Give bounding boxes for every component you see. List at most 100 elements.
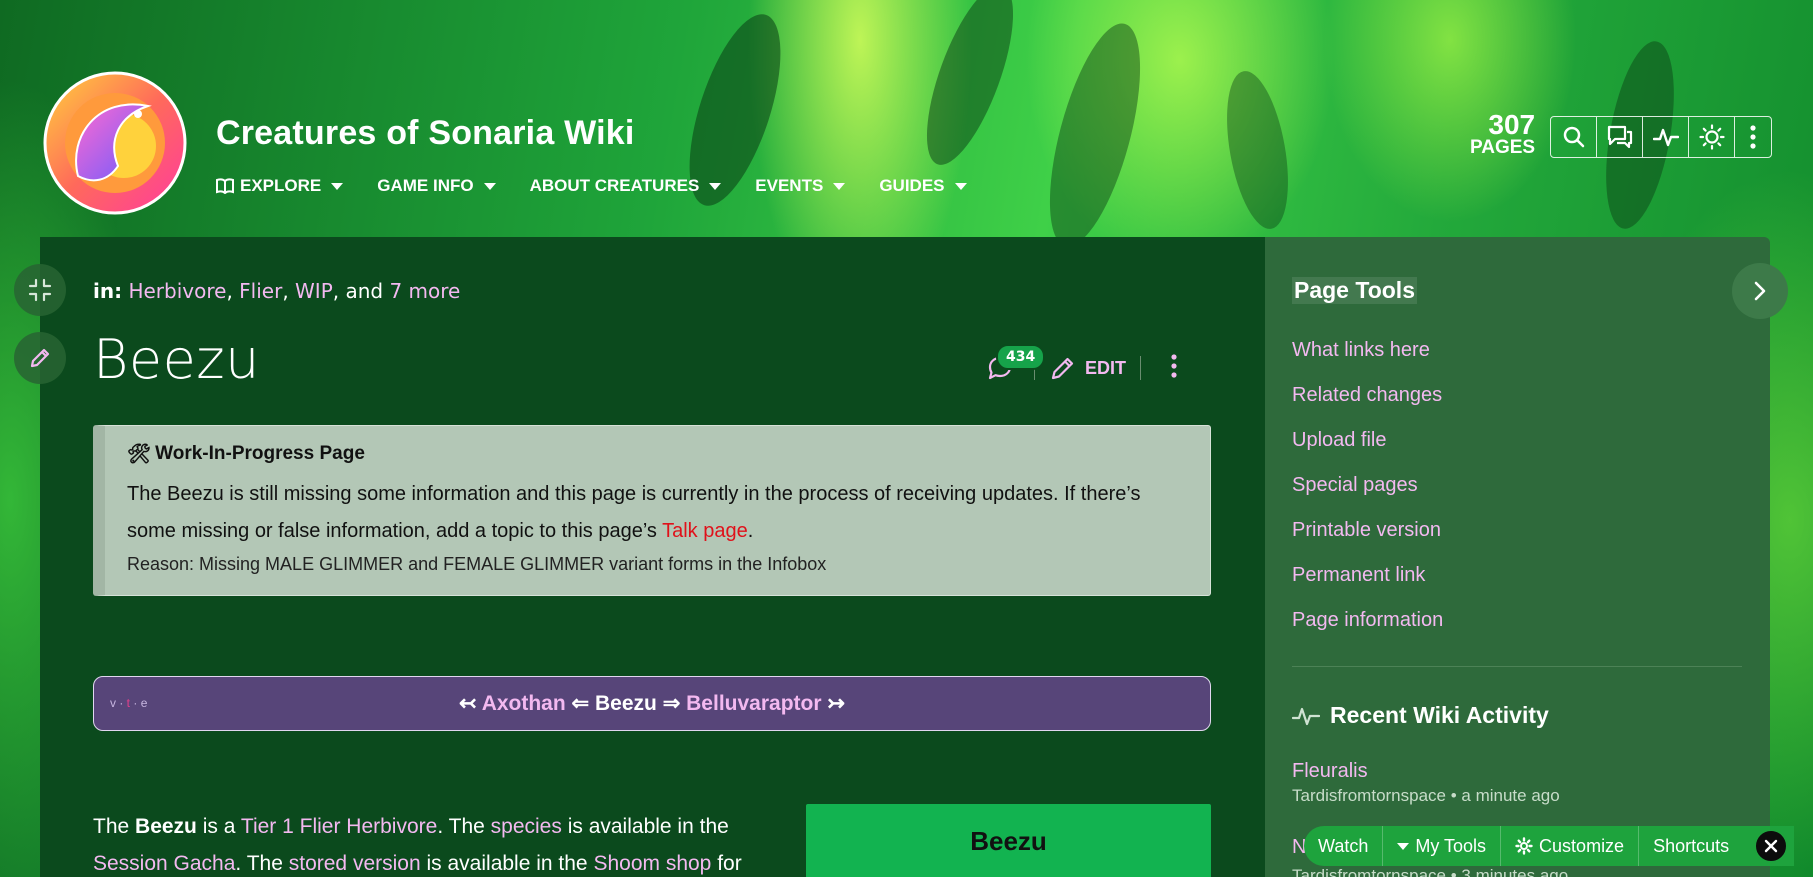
side-edit-button[interactable] <box>14 332 66 384</box>
left-arrow: ↢ <box>459 692 477 715</box>
wip-text-end: . <box>747 520 754 542</box>
more-vertical-icon <box>1750 125 1756 149</box>
activity-button[interactable] <box>1643 117 1689 157</box>
background-shape <box>909 0 1031 175</box>
tool-page-information[interactable]: Page information <box>1292 598 1443 643</box>
collapse-rail-button[interactable] <box>1732 263 1788 319</box>
caret-down-icon <box>833 182 846 190</box>
category-link-wip[interactable]: WIP <box>295 279 333 303</box>
nav-events[interactable]: EVENTS <box>755 176 846 196</box>
page-count: 307 PAGES <box>1470 111 1536 158</box>
chevron-right-icon <box>1754 281 1766 301</box>
prev-species-link[interactable]: Axothan <box>482 692 566 715</box>
nav-label: EVENTS <box>755 176 824 195</box>
categories-more-joiner: , and <box>332 279 384 303</box>
tier-link[interactable]: Tier 1 Flier Herbivore <box>241 815 437 838</box>
categories-more-link[interactable]: 7 more <box>389 279 460 303</box>
tool-related-changes[interactable]: Related changes <box>1292 373 1443 418</box>
right-double-arrow: ⇒ <box>662 692 681 715</box>
recent-activity-heading-text: Recent Wiki Activity <box>1330 702 1549 728</box>
nav-label: GUIDES <box>879 176 945 195</box>
my-tools-label: My Tools <box>1415 835 1487 856</box>
caret-down-icon <box>709 182 722 190</box>
right-arrow: ↣ <box>827 692 845 715</box>
intro-bold: Beezu <box>135 815 197 838</box>
watch-label: Watch <box>1318 835 1369 856</box>
activity-meta: Tardisfromtornspace • 3 minutes ago <box>1292 866 1569 877</box>
collapse-content-button[interactable] <box>14 264 66 316</box>
talk-page-link[interactable]: Talk page <box>662 520 748 542</box>
species-link[interactable]: species <box>491 815 562 838</box>
activity-item: Fleuralis Tardisfromtornspace • a minute… <box>1292 758 1560 808</box>
book-icon <box>216 178 234 194</box>
discussions-icon <box>1607 125 1632 149</box>
header-tools <box>1550 116 1772 158</box>
shortcuts-button[interactable]: Shortcuts <box>1639 826 1743 866</box>
wip-notice: 🛠 Work-In-Progress Page The Beezu is sti… <box>93 425 1211 596</box>
search-icon <box>1563 126 1584 148</box>
page-actions: 434 EDIT <box>980 340 1177 396</box>
close-toolbar-button[interactable] <box>1754 829 1788 863</box>
intro-text: . The <box>235 852 283 875</box>
page-more-button[interactable] <box>1171 353 1177 383</box>
shoom-shop-link[interactable]: Shoom shop <box>593 852 711 875</box>
tool-permanent-link[interactable]: Permanent link <box>1292 553 1443 598</box>
pencil-icon <box>30 348 50 368</box>
recent-activity-heading: Recent Wiki Activity <box>1292 702 1549 729</box>
more-button[interactable] <box>1735 117 1771 157</box>
shortcuts-label: Shortcuts <box>1653 835 1730 856</box>
more-vertical-icon <box>1171 354 1177 378</box>
my-tools-button[interactable]: My Tools <box>1383 826 1502 866</box>
comment-count-badge: 434 <box>996 344 1046 370</box>
stored-version-link[interactable]: stored version <box>289 852 421 875</box>
customize-button[interactable]: Customize <box>1501 826 1640 866</box>
search-button[interactable] <box>1551 117 1597 157</box>
vte-view-link[interactable]: v <box>110 696 116 710</box>
categories-prefix: in: <box>93 279 123 303</box>
caret-down-icon <box>483 182 496 190</box>
nav-explore[interactable]: EXPLORE <box>216 176 344 196</box>
background-shape <box>1031 14 1159 256</box>
wiki-logo[interactable] <box>38 66 192 220</box>
wip-reason: Reason: Missing MALE GLIMMER and FEMALE … <box>127 554 827 574</box>
infobox-title: Beezu <box>806 804 1211 877</box>
edit-label: EDIT <box>1085 357 1127 378</box>
next-species-link[interactable]: Belluvaraptor <box>686 692 821 715</box>
category-link-herbivore[interactable]: Herbivore <box>128 279 226 303</box>
nav-guides[interactable]: GUIDES <box>879 176 967 196</box>
minimize-icon <box>28 278 52 302</box>
wip-text: The Beezu is still missing some informat… <box>127 476 1188 550</box>
edit-button[interactable]: EDIT <box>1049 354 1126 382</box>
session-gacha-link[interactable]: Session Gacha <box>93 852 235 875</box>
tool-printable-version[interactable]: Printable version <box>1292 508 1443 553</box>
discussions-button[interactable] <box>1597 117 1643 157</box>
watch-button[interactable]: Watch <box>1304 826 1384 866</box>
page-tools-heading: Page Tools <box>1292 277 1417 304</box>
close-icon <box>1764 839 1778 853</box>
intro-text: is available in the <box>426 852 588 875</box>
page-count-label: PAGES <box>1470 137 1536 158</box>
vte-talk-link[interactable]: t <box>127 696 130 710</box>
activity-title-link[interactable]: Fleuralis <box>1292 758 1560 784</box>
category-link-flier[interactable]: Flier <box>239 279 282 303</box>
main-navigation: EXPLORE GAME INFO ABOUT CREATURES EVENTS… <box>216 176 1001 196</box>
nav-game-info[interactable]: GAME INFO <box>377 176 496 196</box>
vte-edit-link[interactable]: e <box>141 696 148 710</box>
tool-what-links-here[interactable]: What links here <box>1292 328 1443 373</box>
nav-label: EXPLORE <box>240 176 322 195</box>
activity-icon <box>1652 128 1679 147</box>
tool-upload-file[interactable]: Upload file <box>1292 418 1443 463</box>
tool-special-pages[interactable]: Special pages <box>1292 463 1443 508</box>
nav-about-creatures[interactable]: ABOUT CREATURES <box>530 176 722 196</box>
page-tools-heading-text: Page Tools <box>1292 277 1417 304</box>
site-title[interactable]: Creatures of Sonaria Wiki <box>216 114 634 153</box>
activity-meta: Tardisfromtornspace • a minute ago <box>1292 786 1560 805</box>
activity-icon <box>1292 707 1320 725</box>
caret-down-icon <box>331 182 344 190</box>
comments-button[interactable]: 434 <box>980 344 1046 388</box>
background-shape <box>1216 66 1299 234</box>
caret-down-icon <box>1397 842 1410 850</box>
theme-toggle-button[interactable] <box>1689 117 1735 157</box>
intro-text: is available in the <box>567 815 729 838</box>
intro-paragraph: The Beezu is a Tier 1 Flier Herbivore. T… <box>93 808 783 877</box>
